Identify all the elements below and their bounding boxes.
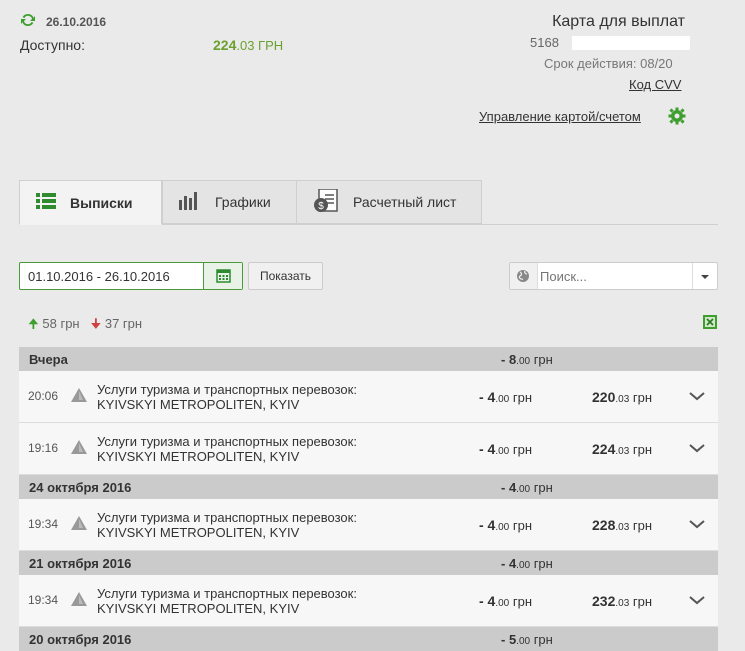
incoming-total: 58 грн <box>42 316 80 331</box>
period-totals: 🠉 58 грн 🠋 37 грн <box>28 315 142 337</box>
balance-date: 26.10.2016 <box>46 15 107 29</box>
transaction-description: Услуги туризма и транспортных перевозок:… <box>97 382 357 412</box>
cvv-link[interactable]: Код CVV <box>629 77 681 92</box>
bar-chart-icon <box>179 191 201 213</box>
globe-icon[interactable] <box>510 263 538 289</box>
arrow-up-icon: 🠉 <box>28 316 39 331</box>
card-number-mask <box>572 36 690 50</box>
transaction-amount: - 4.00 грн <box>479 593 533 609</box>
day-sum: - 8.00 грн <box>501 352 553 367</box>
balance-after: 224.03 грн <box>592 441 653 457</box>
transaction-time: 20:06 <box>28 389 59 403</box>
day-title: 20 октября 2016 <box>29 632 132 647</box>
card-expiry: Срок действия: 08/20 <box>544 56 673 71</box>
available-balance: 224.03 ГРН <box>213 37 284 53</box>
transaction-amount: - 4.00 грн <box>479 441 533 457</box>
transaction-row[interactable]: 19:34 Услуги туризма и транспортных пере… <box>19 575 718 627</box>
date-range-value: 01.10.2016 - 26.10.2016 <box>28 269 170 284</box>
svg-text:$: $ <box>318 201 324 212</box>
balance-after: 232.03 грн <box>592 593 653 609</box>
day-sum: - 5.00 грн <box>501 632 553 647</box>
search-input[interactable] <box>538 265 692 287</box>
transaction-row[interactable]: 19:34 Услуги туризма и транспортных пере… <box>19 499 718 551</box>
arrow-down-icon: 🠋 <box>90 316 102 331</box>
list-icon <box>36 193 56 212</box>
category-icon <box>71 592 87 606</box>
transaction-description: Услуги туризма и транспортных перевозок:… <box>97 510 357 540</box>
tab-statements-label: Выписки <box>70 194 133 211</box>
gear-icon[interactable] <box>668 107 686 125</box>
day-group-header: 20 октября 2016 - 5.00 грн <box>19 627 718 651</box>
date-range-input[interactable]: 01.10.2016 - 26.10.2016 <box>19 262 243 290</box>
transaction-row[interactable]: 19:16 Услуги туризма и транспортных пере… <box>19 423 718 475</box>
day-group-header: Вчера - 8.00 грн <box>19 347 718 371</box>
outgoing-total: 37 грн <box>104 316 143 331</box>
tab-payslip[interactable]: $ Расчетный лист <box>296 180 482 224</box>
search-box[interactable] <box>509 262 718 290</box>
transaction-amount: - 4.00 грн <box>479 517 533 533</box>
document-money-icon: $ <box>313 187 339 216</box>
card-number: 5168 <box>530 35 559 50</box>
category-icon <box>71 388 87 402</box>
expand-chevron-icon[interactable] <box>689 389 705 401</box>
day-title: 21 октября 2016 <box>29 556 132 571</box>
transaction-amount: - 4.00 грн <box>479 389 533 405</box>
day-sum: - 4.00 грн <box>501 556 553 571</box>
category-icon <box>71 516 87 530</box>
transaction-description: Услуги туризма и транспортных перевозок:… <box>97 586 357 616</box>
transaction-list: Вчера - 8.00 грн 20:06 Услуги туризма и … <box>19 347 718 651</box>
balance-after: 220.03 грн <box>592 389 653 405</box>
card-title: Карта для выплат <box>552 13 685 30</box>
day-group-header: 21 октября 2016 - 4.00 грн <box>19 551 718 575</box>
refresh-icon[interactable] <box>20 12 36 28</box>
excel-export-icon[interactable] <box>703 315 717 329</box>
calendar-icon[interactable] <box>203 263 242 289</box>
transaction-description: Услуги туризма и транспортных перевозок:… <box>97 434 357 464</box>
day-sum: - 4.00 грн <box>501 480 553 495</box>
transaction-time: 19:34 <box>28 593 59 607</box>
day-title: Вчера <box>29 352 68 367</box>
balance-after: 228.03 грн <box>592 517 653 533</box>
tab-payslip-label: Расчетный лист <box>353 194 457 210</box>
expand-chevron-icon[interactable] <box>689 593 705 605</box>
show-button[interactable]: Показать <box>248 262 323 290</box>
expand-chevron-icon[interactable] <box>689 441 705 453</box>
available-label: Доступно: <box>20 37 85 53</box>
day-group-header: 24 октября 2016 - 4.00 грн <box>19 475 718 499</box>
category-icon <box>71 440 87 454</box>
tab-charts[interactable]: Графики <box>162 180 297 224</box>
expand-chevron-icon[interactable] <box>689 517 705 529</box>
tab-charts-label: Графики <box>215 194 271 210</box>
chevron-down-icon[interactable] <box>692 263 717 289</box>
manage-card-link[interactable]: Управление картой/счетом <box>479 109 641 124</box>
transaction-row[interactable]: 20:06 Услуги туризма и транспортных пере… <box>19 371 718 423</box>
transaction-time: 19:34 <box>28 517 59 531</box>
day-title: 24 октября 2016 <box>29 480 132 495</box>
tab-statements[interactable]: Выписки <box>19 180 162 225</box>
transaction-time: 19:16 <box>28 441 59 455</box>
